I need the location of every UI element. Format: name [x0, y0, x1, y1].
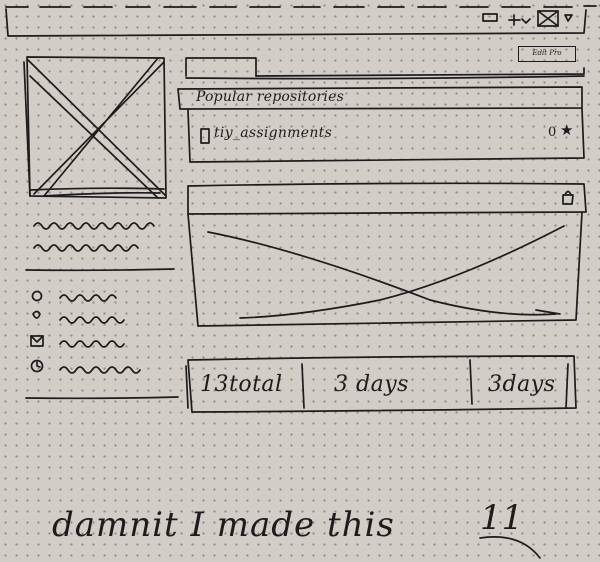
wireframe-sketch: [5, 5, 597, 559]
detail-line-2: [59, 316, 125, 324]
profile-username-scribble: [33, 244, 139, 252]
stat-current-streak: 3days: [488, 372, 556, 397]
contributions-panel: [187, 182, 587, 215]
popular-repos-title: Popular repositories: [196, 89, 344, 105]
plus-caret: [521, 18, 531, 24]
profile-name-scribble: [33, 222, 155, 230]
edit-profile-button[interactable]: Edit Pro: [518, 46, 576, 62]
repo-name-link[interactable]: tiy_assignments: [214, 125, 332, 141]
tab-repositories-click[interactable]: [186, 58, 256, 78]
bell-icon: [482, 13, 498, 22]
stats-divider-1: [301, 363, 305, 409]
location-icon: [31, 290, 43, 302]
sidebar-divider-top: [25, 268, 175, 272]
repo-star-count: 0: [548, 125, 557, 140]
handwritten-caption: damnit I made this: [52, 505, 395, 545]
contributions-body: [187, 211, 583, 327]
top-dashed-border: [5, 5, 597, 8]
stats-divider-3: [565, 363, 569, 409]
plus-icon: [508, 14, 521, 26]
header-icons: [482, 10, 573, 27]
star-icon[interactable]: ★: [560, 121, 573, 139]
lock-icon: [562, 190, 574, 205]
map-pin-icon: [32, 310, 41, 319]
stats-divider-2: [469, 359, 473, 405]
contributions-graph: [207, 225, 565, 319]
header-bar: [5, 8, 587, 37]
handwritten-caption-number: 11: [480, 498, 524, 538]
detail-line-4: [59, 366, 141, 374]
detail-line-3: [59, 340, 125, 348]
dropdown-caret-icon: [564, 14, 573, 22]
sidebar-divider-bottom: [25, 396, 179, 400]
stat-longest-streak: 3 days: [334, 372, 409, 397]
avatar-image: [23, 56, 167, 199]
stat-total: 13total: [200, 372, 283, 397]
detail-line-1: [59, 294, 117, 302]
tab-contributions-click[interactable]: [258, 62, 578, 78]
caption-number-underline: [479, 536, 541, 559]
